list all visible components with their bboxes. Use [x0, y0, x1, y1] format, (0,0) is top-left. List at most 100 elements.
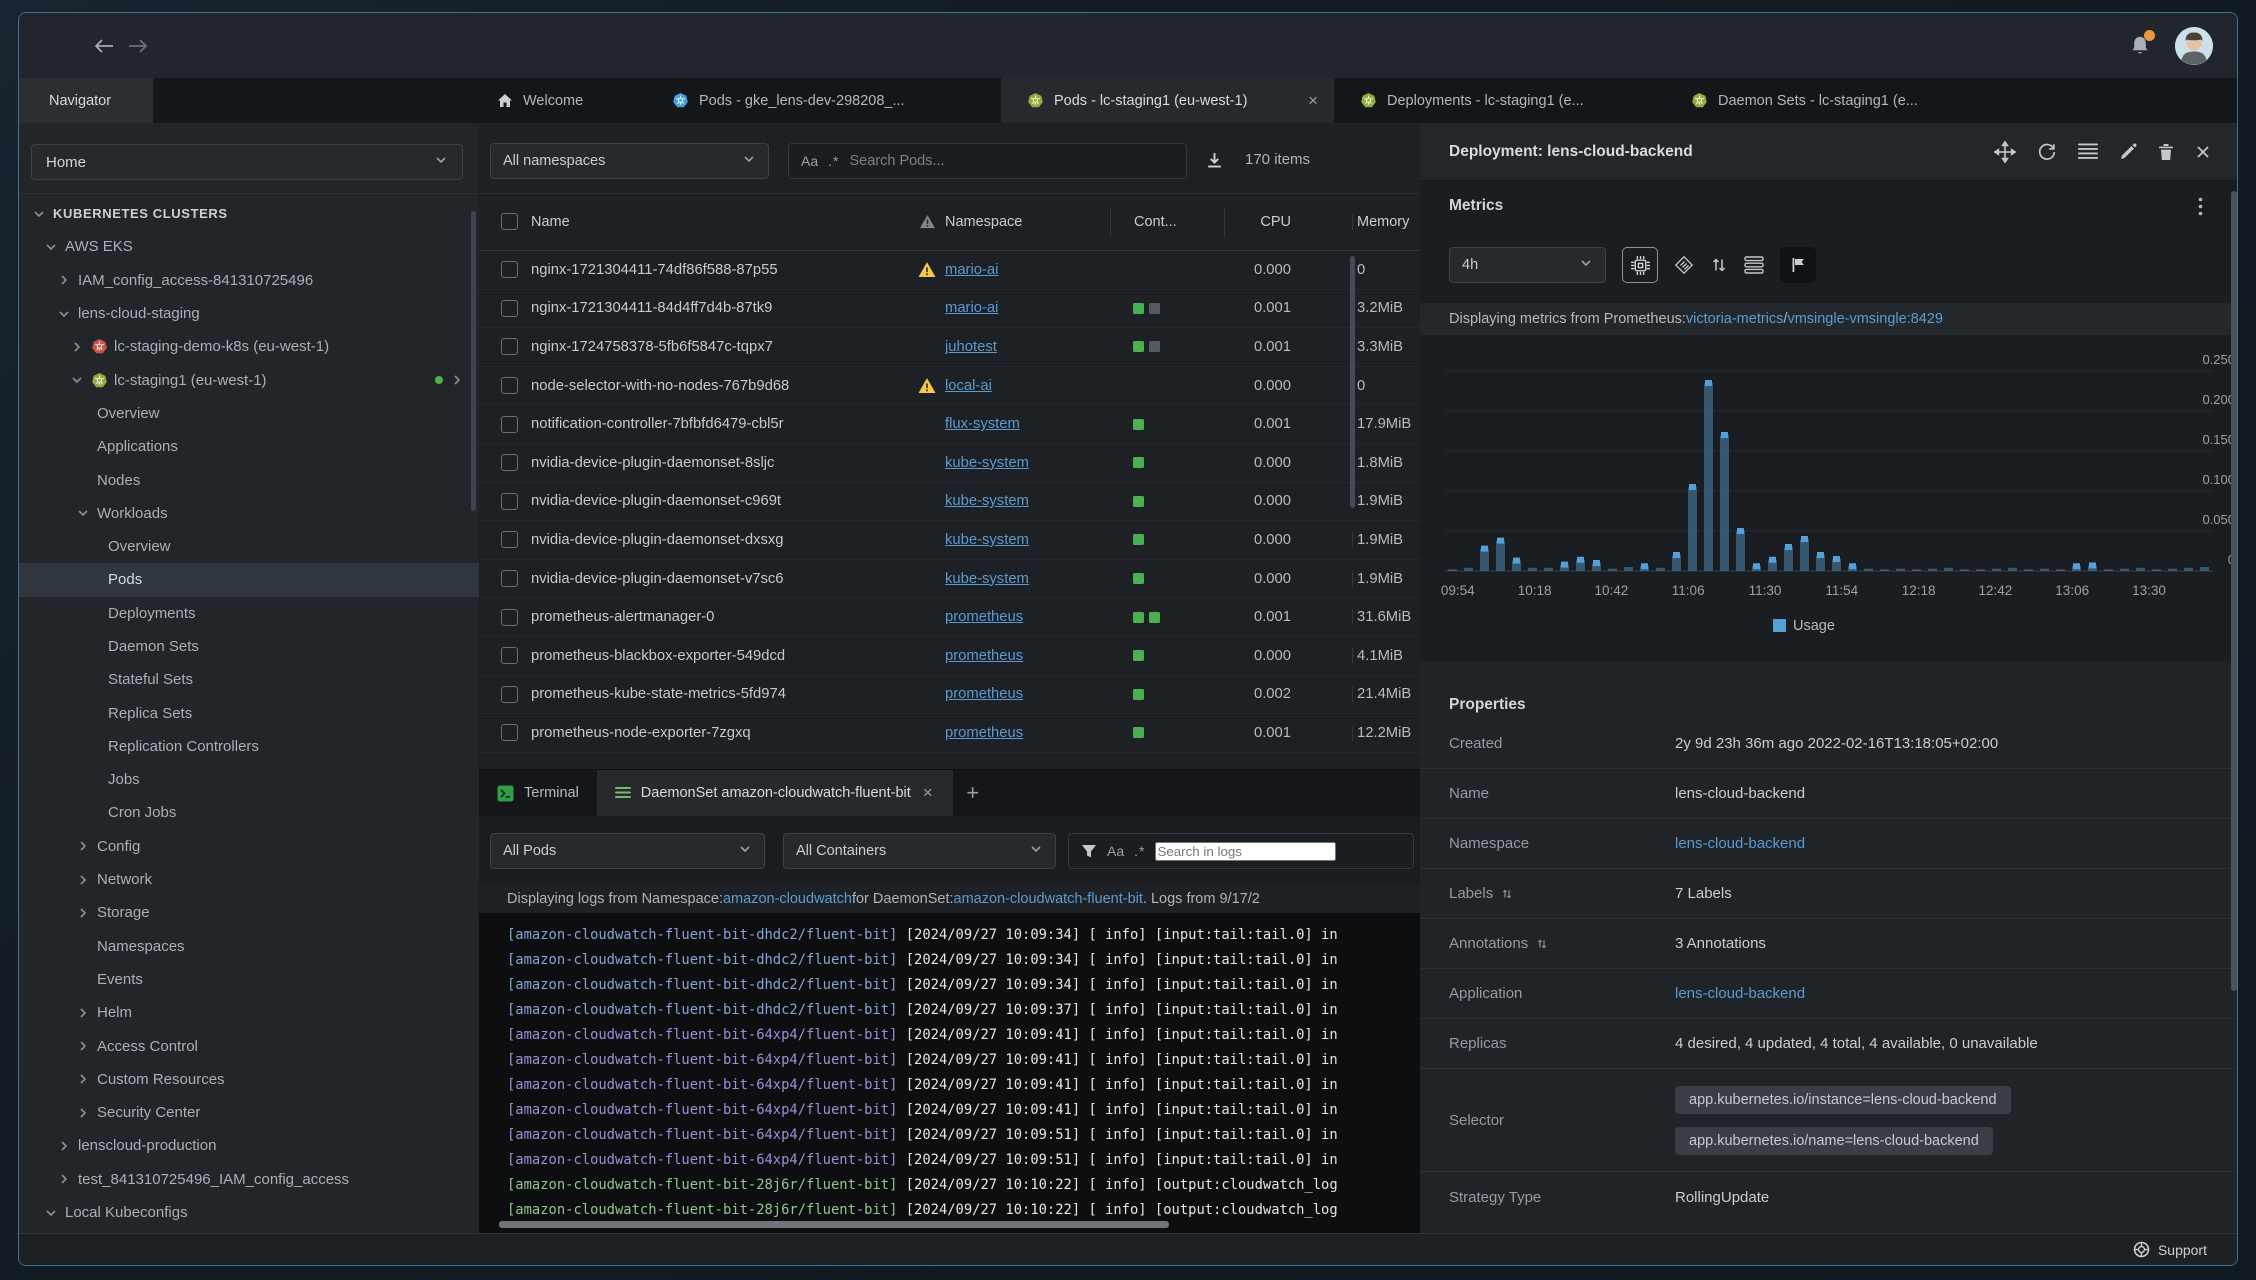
sidebar-item-local-kubeconfigs[interactable]: Local Kubeconfigs [19, 1196, 479, 1229]
pods-search-input[interactable] [849, 153, 1174, 169]
pod-row[interactable]: prometheus-alertmanager-0 prometheus 0.001… [479, 598, 1420, 637]
namespace-link[interactable]: prometheus [945, 609, 1023, 625]
property-value-link[interactable]: lens-cloud-backend [1675, 985, 1805, 1002]
row-checkbox[interactable] [501, 608, 518, 626]
close-drawer-button[interactable] [2195, 144, 2211, 160]
prometheus-service-link[interactable]: vmsingle-vmsingle:8429 [1787, 311, 1943, 327]
column-header-warnings[interactable] [909, 214, 945, 229]
memory-metric-button[interactable] [1674, 255, 1694, 275]
row-checkbox[interactable] [501, 647, 518, 665]
sidebar-item-lc-staging1-eu-west-1[interactable]: lc-staging1 (eu-west-1) [19, 363, 479, 396]
prometheus-namespace-link[interactable]: victoria-metrics [1686, 311, 1783, 327]
catalog-select[interactable]: Home [31, 144, 463, 180]
row-checkbox[interactable] [501, 454, 518, 472]
sidebar-item-namespaces[interactable]: Namespaces [19, 930, 479, 963]
row-checkbox[interactable] [501, 724, 518, 742]
namespace-link[interactable]: prometheus [945, 725, 1023, 741]
forward-button[interactable] [125, 33, 151, 59]
sidebar-item-access-control[interactable]: Access Control [19, 1029, 479, 1062]
table-scrollbar[interactable] [1350, 256, 1355, 508]
sidebar-item-nodes[interactable]: Nodes [19, 463, 479, 496]
pod-row[interactable]: nginx-1721304411-74df86f588-87p55 mario-a… [479, 251, 1420, 290]
sidebar-item-network[interactable]: Network [19, 863, 479, 896]
tab-pods-lc-staging1[interactable]: Pods - lc-staging1 (eu-west-1) × [1001, 78, 1334, 123]
log-pods-filter-select[interactable]: All Pods [490, 833, 765, 869]
sidebar-item-overview[interactable]: Overview [19, 397, 479, 430]
refresh-button[interactable] [2037, 142, 2057, 162]
row-checkbox[interactable] [501, 685, 518, 703]
pod-row[interactable]: notification-controller-7bfbfd6479-cbl5r… [479, 405, 1420, 444]
close-tab-icon[interactable]: × [1306, 91, 1320, 111]
cpu-metric-button[interactable] [1622, 247, 1658, 283]
pod-row[interactable]: prometheus-kube-state-metrics-5fd974 prom… [479, 676, 1420, 715]
namespace-link[interactable]: kube-system [945, 571, 1029, 587]
column-header-cpu[interactable]: CPU [1224, 206, 1291, 237]
log-containers-filter-select[interactable]: All Containers [783, 833, 1056, 869]
sidebar-item-lenscloud-production[interactable]: lenscloud-production [19, 1129, 479, 1162]
column-header-name[interactable]: Name [531, 214, 909, 230]
sidebar-item-test-841310725496-iam-config-access[interactable]: test_841310725496_IAM_config_access [19, 1163, 479, 1196]
pod-row[interactable]: nvidia-device-plugin-daemonset-8sljc kube… [479, 444, 1420, 483]
pod-row[interactable]: node-selector-with-no-nodes-767b9d68 loca… [479, 367, 1420, 406]
sidebar-scrollbar[interactable] [471, 211, 476, 511]
log-namespace-link[interactable]: amazon-cloudwatch [723, 891, 852, 907]
stacked-view-button[interactable] [1744, 256, 1764, 274]
match-case-icon[interactable]: Aa [801, 153, 818, 169]
back-button[interactable] [91, 33, 117, 59]
regex-icon[interactable]: .* [828, 153, 839, 169]
namespace-link[interactable]: flux-system [945, 416, 1020, 432]
sidebar-item-security-center[interactable]: Security Center [19, 1096, 479, 1129]
regex-icon[interactable]: .* [1134, 843, 1145, 859]
sidebar-item-deployments[interactable]: Deployments [19, 597, 479, 630]
pod-row[interactable]: nvidia-device-plugin-daemonset-v7sc6 kube… [479, 560, 1420, 599]
tab-pods-gke[interactable]: Pods - gke_lens-dev-298208_... [646, 78, 1001, 123]
namespace-link[interactable]: prometheus [945, 686, 1023, 702]
row-checkbox[interactable] [501, 261, 518, 279]
sidebar-item-workloads[interactable]: Workloads [19, 497, 479, 530]
log-horizontal-scrollbar[interactable] [499, 1221, 1169, 1228]
tab-daemonsets-lc-staging1[interactable]: Daemon Sets - lc-staging1 (e... [1665, 78, 1996, 123]
sidebar-item-aws-eks[interactable]: AWS EKS [19, 230, 479, 263]
row-checkbox[interactable] [501, 415, 518, 433]
row-checkbox[interactable] [501, 531, 518, 549]
sidebar-item-iam-config-access-841310725496[interactable]: IAM_config_access-841310725496 [19, 264, 479, 297]
log-search-input[interactable] [1155, 841, 1337, 861]
sidebar-item-events[interactable]: Events [19, 963, 479, 996]
sidebar-item-custom-resources[interactable]: Custom Resources [19, 1063, 479, 1096]
column-header-namespace[interactable]: Namespace [945, 214, 1110, 230]
pod-row[interactable]: prometheus-blackbox-exporter-549dcd prome… [479, 637, 1420, 676]
pod-row[interactable]: nginx-1724758378-5fb6f5847c-tqpx7 juhotes… [479, 328, 1420, 367]
sort-metric-button[interactable] [1710, 256, 1728, 274]
menu-button[interactable] [2078, 143, 2098, 160]
namespace-link[interactable]: kube-system [945, 493, 1029, 509]
close-dock-tab-icon[interactable]: × [921, 783, 935, 803]
dock-tab-daemonset-logs[interactable]: DaemonSet amazon-cloudwatch-fluent-bit × [596, 770, 953, 816]
sort-icon[interactable] [1501, 887, 1513, 901]
sidebar-item-daemon-sets[interactable]: Daemon Sets [19, 630, 479, 663]
sidebar-item-helm[interactable]: Helm [19, 996, 479, 1029]
log-viewer[interactable]: [amazon-cloudwatch-fluent-bit-dhdc2/flue… [479, 913, 1420, 1234]
pod-row[interactable]: nginx-1721304411-84d4ff7d4b-87tk9 mario-a… [479, 290, 1420, 329]
sidebar-item-lc-staging-demo-k8s-eu-west-1[interactable]: lc-staging-demo-k8s (eu-west-1) [19, 330, 479, 363]
edit-button[interactable] [2119, 142, 2137, 161]
pod-row[interactable]: nvidia-device-plugin-daemonset-dxsxg kube… [479, 521, 1420, 560]
sidebar-item-overview[interactable]: Overview [19, 530, 479, 563]
tab-welcome[interactable]: Welcome [471, 78, 646, 123]
namespace-link[interactable]: mario-ai [945, 300, 998, 316]
move-button[interactable] [1994, 140, 2016, 163]
sidebar-item-lens-cloud-staging[interactable]: lens-cloud-staging [19, 297, 479, 330]
filter-icon[interactable] [1081, 843, 1097, 859]
row-checkbox[interactable] [501, 570, 518, 588]
sidebar-item-pods[interactable]: Pods [19, 563, 479, 597]
row-checkbox[interactable] [501, 299, 518, 317]
log-search[interactable]: Aa .* [1068, 833, 1414, 869]
row-checkbox[interactable] [501, 338, 518, 356]
support-button[interactable]: Support [2133, 1241, 2207, 1258]
sidebar-item-jobs[interactable]: Jobs [19, 763, 479, 796]
namespace-link[interactable]: kube-system [945, 455, 1029, 471]
new-dock-tab-button[interactable]: + [953, 770, 993, 816]
sidebar-item-replica-sets[interactable]: Replica Sets [19, 696, 479, 729]
row-checkbox[interactable] [501, 492, 518, 510]
select-all-checkbox[interactable] [501, 213, 518, 230]
pods-search[interactable]: Aa .* [788, 143, 1187, 179]
